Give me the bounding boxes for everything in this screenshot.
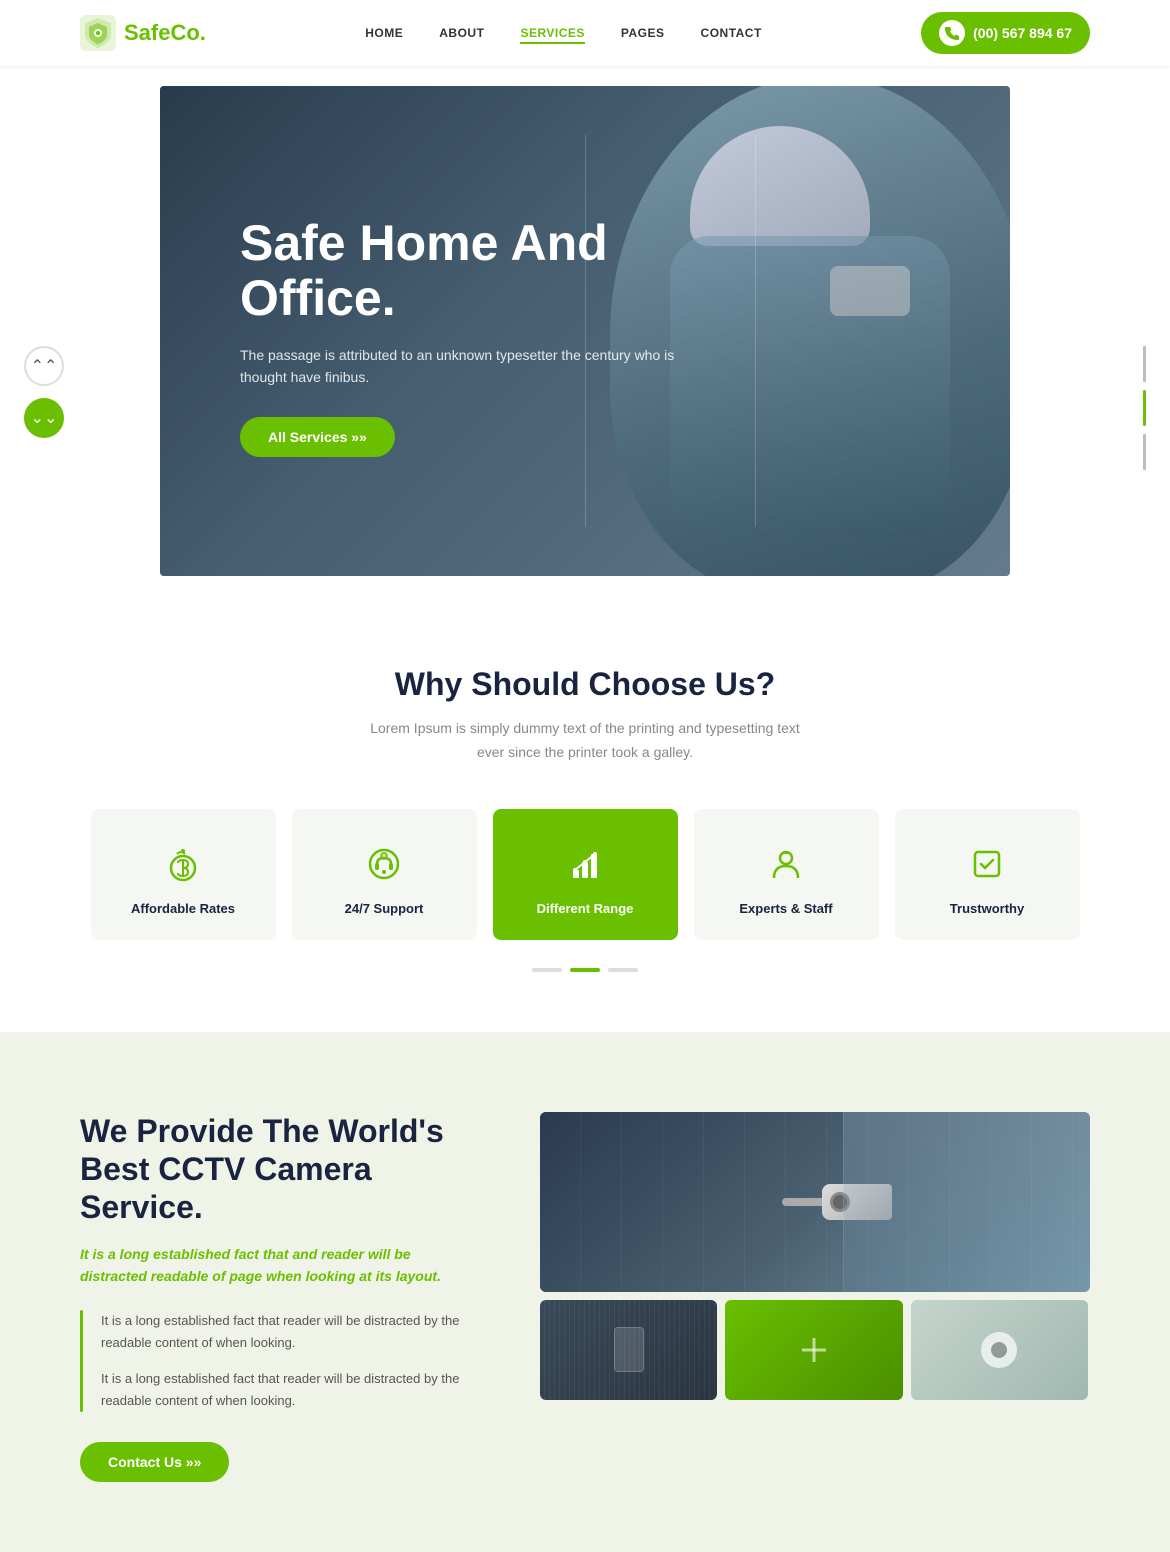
cam-arm [782,1198,822,1206]
dot-3[interactable] [608,968,638,972]
checkmark-icon [964,841,1010,887]
hero-section: ⌃⌃ ⌄⌄ [0,66,1170,596]
camera-prop [830,266,910,316]
cctv-small-image-3 [911,1300,1088,1400]
feature-label-range: Different Range [537,901,634,916]
hero-banner: Safe Home And Office. The passage is att… [160,86,1010,576]
support-icon [361,841,407,887]
why-subtitle: Lorem Ipsum is simply dummy text of the … [360,717,810,765]
phone-cta[interactable]: (00) 567 894 67 [921,12,1090,54]
nav-links: HOME ABOUT SERVICES PAGES CONTACT [365,24,762,42]
cctv-images [540,1112,1090,1400]
page-wrapper: SafeCo. HOME ABOUT SERVICES PAGES CONTAC… [0,0,1170,1552]
nav-item-contact[interactable]: CONTACT [701,24,762,42]
money-icon [160,841,206,887]
feature-dots [80,968,1090,972]
cctv-accent-text: It is a long established fact that and r… [80,1243,480,1288]
indicator-line-3 [1143,434,1146,470]
navbar: SafeCo. HOME ABOUT SERVICES PAGES CONTAC… [0,0,1170,66]
scroll-navigation: ⌃⌃ ⌄⌄ [24,346,64,438]
cctv-small-image-1 [540,1300,717,1400]
logo-icon [80,15,116,51]
cctv-left-content: We Provide The World's Best CCTV Camera … [80,1112,480,1482]
hero-subtitle: The passage is attributed to an unknown … [240,344,720,389]
feature-card-trustworthy[interactable]: Trustworthy [895,809,1080,940]
hero-cta-button[interactable]: All Services »» [240,417,395,457]
nav-item-pages[interactable]: PAGES [621,24,665,42]
nav-item-about[interactable]: ABOUT [439,24,484,42]
cctv-desc-cols: It is a long established fact that reade… [101,1310,480,1412]
cctv-title: We Provide The World's Best CCTV Camera … [80,1112,480,1227]
window-reflection [843,1112,1091,1292]
cctv-description-row: It is a long established fact that reade… [80,1310,480,1412]
why-title: Why Should Choose Us? [80,666,1090,703]
cctv-desc-1: It is a long established fact that reade… [101,1310,480,1354]
cctv-main-image [540,1112,1090,1292]
cctv-desc-2: It is a long established fact that reade… [101,1368,480,1412]
chevron-down-icon: ⌄⌄ [31,408,58,428]
cctv-image-row [540,1300,1090,1400]
indicator-line-2 [1143,390,1146,426]
cam-lens-small [991,1342,1007,1358]
feature-label-trustworthy: Trustworthy [950,901,1024,916]
side-indicators [1143,346,1146,470]
cctv-section: We Provide The World's Best CCTV Camera … [0,1032,1170,1552]
scroll-up-button[interactable]: ⌃⌃ [24,346,64,386]
logo[interactable]: SafeCo. [80,15,206,51]
dot-1[interactable] [532,968,562,972]
why-section: Why Should Choose Us? Lorem Ipsum is sim… [0,596,1170,1032]
round-cam-shape [981,1332,1017,1368]
dot-2[interactable] [570,968,600,972]
features-row: Affordable Rates 24/7 Support [80,809,1090,940]
person-icon [763,841,809,887]
scroll-down-button[interactable]: ⌄⌄ [24,398,64,438]
chart-icon [562,841,608,887]
green-cross-icon [794,1330,834,1370]
deco-line-2 [755,135,756,527]
cctv-divider [80,1310,83,1412]
phone-number: (00) 567 894 67 [973,25,1072,41]
contact-us-button[interactable]: Contact Us »» [80,1442,229,1482]
feature-card-range[interactable]: Different Range [493,809,678,940]
feature-card-support[interactable]: 24/7 Support [292,809,477,940]
feature-card-experts[interactable]: Experts & Staff [694,809,879,940]
feature-label-experts: Experts & Staff [739,901,832,916]
nav-item-home[interactable]: HOME [365,24,403,42]
chevron-up-icon: ⌃⌃ [31,356,58,376]
indicator-line-1 [1143,346,1146,382]
phone-icon [939,20,965,46]
feature-label-affordable: Affordable Rates [131,901,235,916]
brand-name: SafeCo. [124,20,206,46]
hero-content: Safe Home And Office. The passage is att… [240,216,720,457]
nav-item-services[interactable]: SERVICES [520,24,584,42]
hero-title: Safe Home And Office. [240,216,720,326]
feature-label-support: 24/7 Support [345,901,424,916]
feature-card-affordable[interactable]: Affordable Rates [91,809,276,940]
cctv-small-image-2 [725,1300,902,1400]
panel-shape [614,1327,644,1372]
wall-texture [540,1300,717,1400]
